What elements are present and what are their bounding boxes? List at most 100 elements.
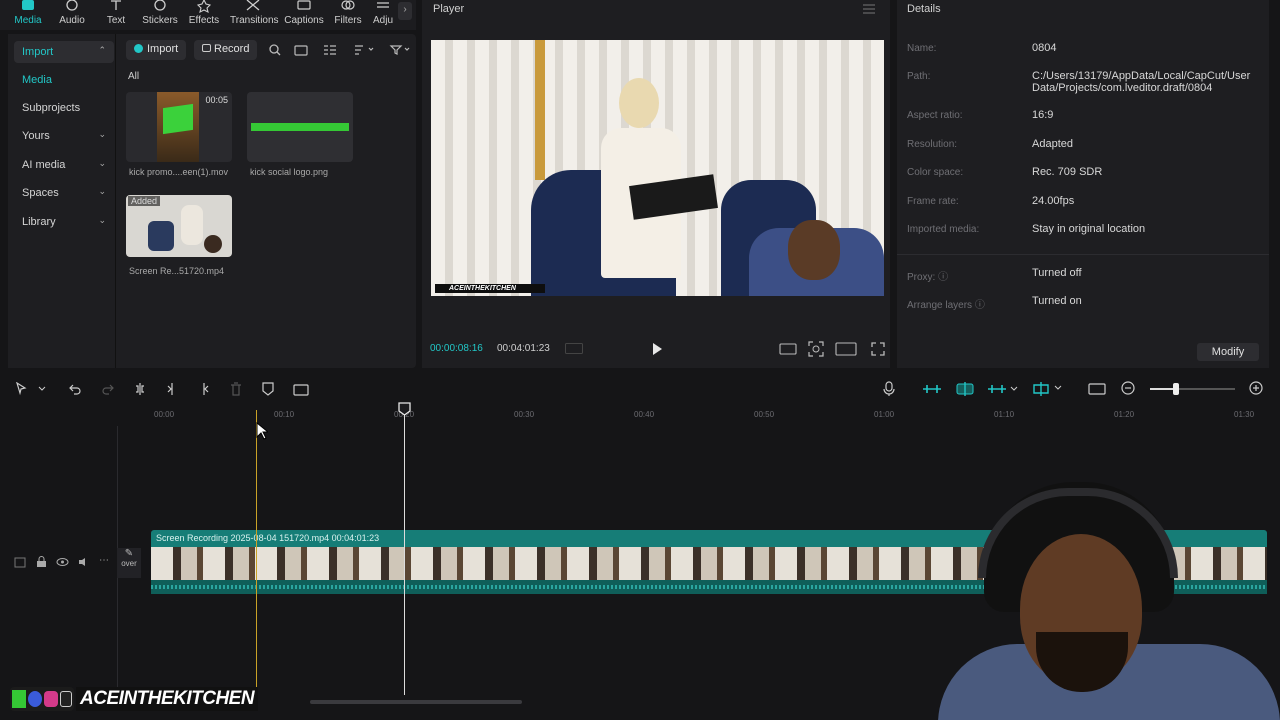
filter-icon[interactable] (389, 42, 411, 58)
delete-icon[interactable] (229, 382, 243, 396)
filter-all-label[interactable]: All (128, 71, 139, 82)
detail-imported-media-value: Stay in original location (1032, 223, 1146, 235)
fit-timeline-icon[interactable] (1088, 382, 1106, 396)
tab-stickers[interactable]: Stickers (138, 0, 182, 30)
preview-axis-icon[interactable] (1031, 381, 1063, 397)
visibility-icon[interactable] (56, 557, 69, 567)
main-track-magnet-icon[interactable] (922, 382, 942, 396)
detail-proxy-value: Turned off (1032, 267, 1082, 279)
channel-name: ACEINTHEKITCHEN (76, 687, 259, 711)
zoom-slider[interactable] (1150, 383, 1235, 395)
select-tool-icon[interactable] (15, 382, 47, 396)
detail-aspect-value: 16:9 (1032, 109, 1054, 121)
sidebar-item-media[interactable]: Media (14, 69, 114, 91)
media-edit-icon[interactable] (293, 382, 309, 396)
toolbar-scroll-right-button[interactable]: › (398, 2, 412, 20)
sidebar-item-yours[interactable]: Yours ⌄ (14, 125, 114, 147)
search-icon[interactable] (267, 42, 283, 58)
media-item-kick-social-logo[interactable] (247, 92, 353, 162)
filters-icon (341, 0, 355, 10)
man-head (788, 220, 840, 280)
undo-icon[interactable] (68, 382, 82, 396)
woman-hair (619, 78, 659, 128)
timeline-horizontal-scrollbar[interactable] (310, 700, 522, 704)
chevron-down-icon: ⌄ (98, 215, 106, 225)
tab-filters[interactable]: Filters (326, 0, 370, 30)
auto-snap-icon[interactable] (955, 381, 975, 397)
detail-key: Name: (907, 43, 937, 54)
playhead-line[interactable] (404, 410, 405, 695)
timeline-ruler[interactable]: 00:00 00:10 00:20 00:30 00:40 00:50 01:0… (150, 402, 1280, 419)
tab-text[interactable]: Text (94, 0, 138, 30)
sidebar-item-library[interactable]: Library ⌄ (14, 211, 114, 233)
media-item-kick-promo[interactable]: 00:05 (126, 92, 232, 162)
modify-button[interactable]: Modify (1197, 343, 1259, 361)
split-left-icon[interactable] (165, 382, 179, 396)
mute-icon[interactable] (78, 557, 90, 567)
zoom-in-icon[interactable] (1249, 381, 1264, 396)
zoom-slider-handle[interactable] (1173, 383, 1179, 395)
tab-adjust[interactable]: Adju (366, 0, 400, 30)
detail-name-value: 0804 (1032, 42, 1057, 54)
screenshot-icon[interactable] (808, 341, 824, 357)
media-item-name: Screen Re...51720.mp4 (129, 266, 225, 276)
ruler-tick-label: 01:20 (1114, 410, 1135, 419)
ruler-tick-label: 00:00 (154, 410, 175, 419)
detail-resolution-value: Adapted (1032, 138, 1073, 150)
ruler-tick-label: 00:40 (634, 410, 655, 419)
facebook-icon (28, 691, 42, 707)
tab-audio[interactable]: Audio (50, 0, 94, 30)
track-collapse-icon[interactable] (14, 557, 26, 568)
marker-icon[interactable] (261, 382, 275, 396)
sidebar-item-ai-media[interactable]: AI media ⌄ (14, 154, 114, 176)
kick-logo-shape (163, 103, 193, 135)
redo-icon[interactable] (101, 382, 115, 396)
menu-icon[interactable] (862, 4, 876, 14)
sidebar-item-import[interactable]: Import ⌃ (14, 41, 114, 63)
headphones (978, 488, 1178, 578)
captions-icon (297, 0, 311, 10)
linkage-icon[interactable] (987, 382, 1019, 396)
tab-captions[interactable]: Captions (281, 0, 327, 30)
folder-add-icon[interactable] (293, 42, 309, 58)
tab-media[interactable]: Media (6, 0, 50, 30)
sidebar-item-spaces[interactable]: Spaces ⌄ (14, 182, 114, 204)
ruler-tick-label: 01:10 (994, 410, 1015, 419)
detail-key: Resolution: (907, 139, 958, 150)
sidebar-item-subprojects[interactable]: Subprojects (14, 97, 114, 119)
detail-framerate-value: 24.00fps (1032, 195, 1075, 207)
media-duration: 00:05 (205, 95, 228, 105)
split-right-icon[interactable] (197, 382, 211, 396)
media-item-name: kick promo....een(1).mov (129, 167, 229, 177)
tab-effects[interactable]: Effects (182, 0, 226, 30)
play-icon[interactable] (651, 342, 663, 356)
sort-icon[interactable] (353, 42, 375, 58)
split-icon[interactable] (133, 382, 147, 396)
person-shape (204, 235, 222, 253)
video-preview[interactable]: ACEINTHEKITCHEN (431, 40, 884, 296)
list-view-icon[interactable] (322, 42, 338, 58)
details-divider (897, 254, 1269, 255)
more-options-icon[interactable]: ⋯ (99, 555, 109, 566)
quality-icon[interactable] (779, 342, 797, 356)
record-button[interactable]: Record (194, 40, 258, 60)
detail-key: Color space: (907, 167, 964, 178)
details-panel: Details Name: 0804 Path: C:/Users/13179/… (897, 0, 1269, 368)
zoom-out-icon[interactable] (1121, 381, 1136, 396)
media-sidebar: Import ⌃ Media Subprojects Yours ⌄ AI med… (8, 34, 116, 368)
person-shape (181, 205, 203, 245)
media-item-screen-recording[interactable]: Added (126, 195, 232, 257)
ruler-tick-label: 01:00 (874, 410, 895, 419)
import-button[interactable]: Import (126, 40, 187, 60)
info-icon: ⓘ (938, 272, 949, 283)
cover-button[interactable]: ✎ over (117, 548, 141, 578)
tab-transitions[interactable]: Transitions (230, 0, 279, 30)
microphone-icon[interactable] (883, 381, 895, 396)
lock-icon[interactable] (36, 556, 47, 568)
fullscreen-icon[interactable] (871, 342, 885, 356)
detail-key: Arrange layers ⓘ (907, 300, 985, 311)
aspect-ratio-icon[interactable] (835, 342, 857, 356)
hover-position-line (256, 410, 257, 695)
timeline-toggle-icon[interactable] (565, 343, 583, 354)
playhead-handle-icon[interactable] (398, 402, 411, 416)
